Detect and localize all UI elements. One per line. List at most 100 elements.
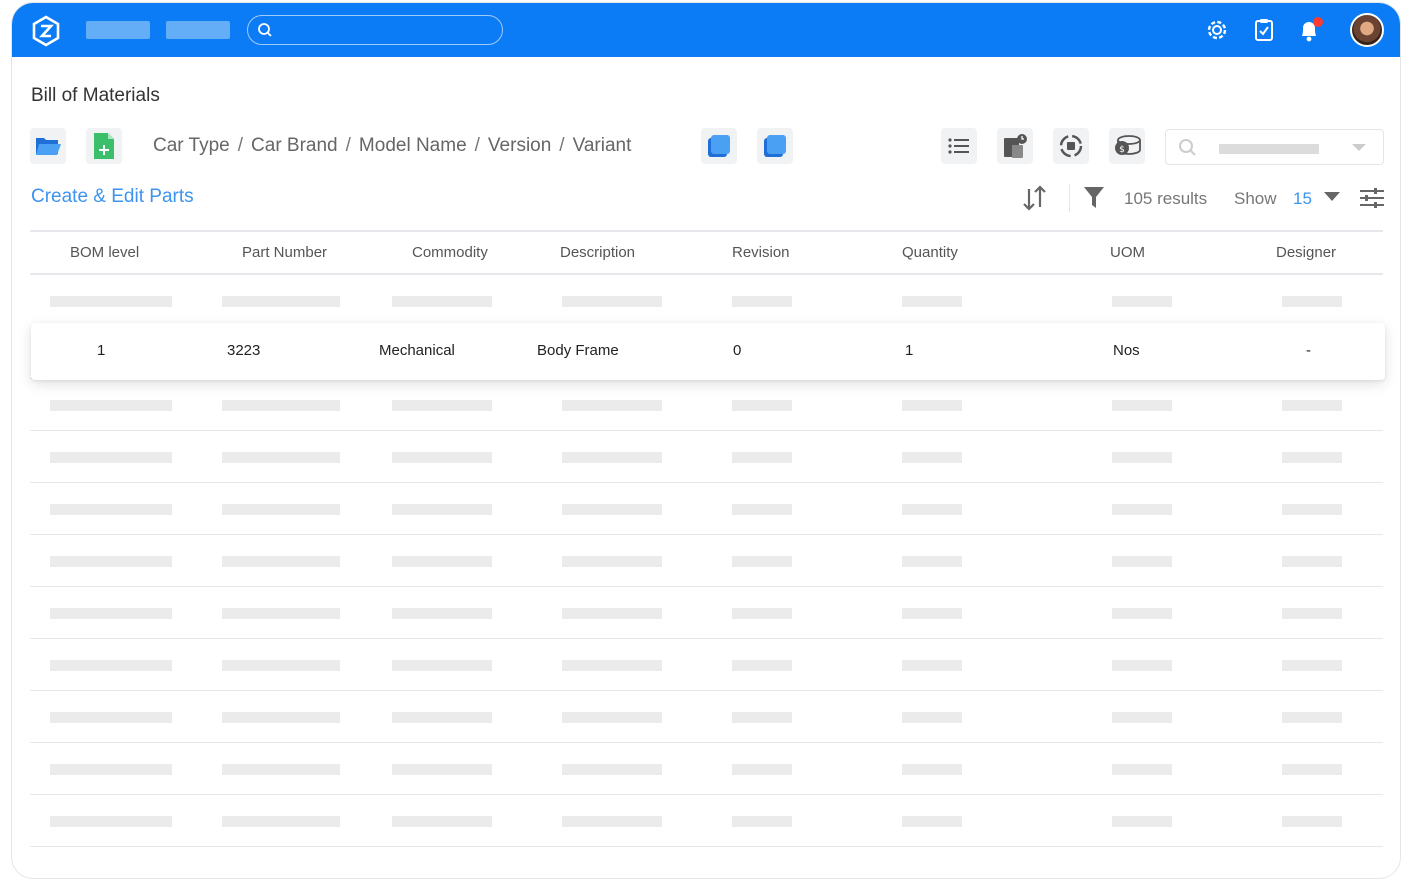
sync-icon [1059, 134, 1083, 158]
skeleton-placeholder [732, 556, 792, 567]
skeleton-placeholder [732, 660, 792, 671]
create-edit-parts-link[interactable]: Create & Edit Parts [31, 186, 194, 208]
breadcrumb-version[interactable]: Version [488, 135, 551, 156]
skeleton-placeholder [392, 296, 492, 307]
search-icon [258, 23, 272, 37]
skeleton-placeholder [1112, 400, 1172, 411]
skeleton-placeholder [1112, 504, 1172, 515]
skeleton-placeholder [902, 660, 962, 671]
page-size-select[interactable]: 15 [1293, 189, 1312, 209]
skeleton-placeholder [902, 712, 962, 723]
skeleton-placeholder [732, 296, 792, 307]
skeleton-placeholder [392, 764, 492, 775]
paste-button[interactable] [997, 128, 1033, 164]
skeleton-placeholder [1282, 660, 1342, 671]
table-row[interactable] [30, 483, 1383, 535]
list-view-button[interactable] [941, 128, 977, 164]
table-row[interactable] [30, 431, 1383, 483]
breadcrumb-car-brand[interactable]: Car Brand [251, 135, 338, 156]
skeleton-placeholder [902, 608, 962, 619]
cell-bom-level: 1 [97, 342, 106, 359]
skeleton-placeholder [222, 504, 340, 515]
duplicate-button[interactable] [757, 128, 793, 164]
skeleton-placeholder [392, 608, 492, 619]
breadcrumb-variant[interactable]: Variant [573, 135, 632, 156]
skeleton-placeholder [392, 556, 492, 567]
nav-item-2[interactable] [166, 21, 230, 39]
skeleton-placeholder [50, 452, 172, 463]
filter-dropdown[interactable] [1165, 129, 1384, 165]
table-row[interactable] [30, 379, 1383, 431]
table-row[interactable] [30, 587, 1383, 639]
nav-item-1[interactable] [86, 21, 150, 39]
clipboard-check-icon[interactable] [1251, 16, 1277, 44]
table-row[interactable] [30, 795, 1383, 847]
skeleton-placeholder [562, 816, 662, 827]
new-file-button[interactable] [86, 128, 122, 164]
folder-open-icon [36, 138, 61, 155]
app-logo-icon[interactable] [30, 15, 62, 47]
chevron-down-icon [1352, 144, 1366, 151]
skeleton-placeholder [1112, 660, 1172, 671]
skeleton-placeholder [562, 400, 662, 411]
skeleton-placeholder [1282, 556, 1342, 567]
table-row[interactable] [30, 743, 1383, 795]
skeleton-placeholder [392, 660, 492, 671]
filter-icon[interactable] [1083, 186, 1105, 210]
skeleton-placeholder [50, 660, 172, 671]
open-folder-button[interactable] [30, 128, 66, 164]
sync-button[interactable] [1053, 128, 1089, 164]
skeleton-placeholder [1282, 296, 1342, 307]
breadcrumb-car-type[interactable]: Car Type [153, 135, 230, 156]
settings-gear-icon[interactable] [1204, 16, 1230, 44]
breadcrumb-separator: / [345, 135, 351, 156]
skeleton-placeholder [1112, 296, 1172, 307]
skeleton-placeholder [222, 608, 340, 619]
breadcrumb-model-name[interactable]: Model Name [359, 135, 467, 156]
skeleton-placeholder [902, 504, 962, 515]
column-header-designer[interactable]: Designer [1276, 244, 1336, 261]
skeleton-placeholder [902, 452, 962, 463]
column-header-uom[interactable]: UOM [1110, 244, 1145, 261]
table-row-selected[interactable]: 1 3223 Mechanical Body Frame 0 1 Nos - [31, 323, 1385, 380]
column-header-bom-level[interactable]: BOM level [70, 244, 139, 261]
skeleton-placeholder [1282, 816, 1342, 827]
breadcrumb-separator: / [559, 135, 565, 156]
skeleton-placeholder [732, 712, 792, 723]
avatar[interactable] [1350, 13, 1384, 47]
column-header-description[interactable]: Description [560, 244, 635, 261]
column-header-part-number[interactable]: Part Number [242, 244, 327, 261]
copy-icon [708, 135, 730, 157]
table-row[interactable] [30, 691, 1383, 743]
skeleton-placeholder [562, 764, 662, 775]
table-row[interactable] [30, 275, 1383, 323]
column-header-commodity[interactable]: Commodity [412, 244, 488, 261]
skeleton-placeholder [50, 816, 172, 827]
copy-button[interactable] [701, 128, 737, 164]
chevron-down-icon[interactable] [1323, 191, 1341, 203]
cell-quantity: 1 [905, 342, 914, 359]
cell-commodity: Mechanical [379, 342, 455, 359]
table-row[interactable] [30, 535, 1383, 587]
show-label: Show [1234, 189, 1277, 208]
table-row[interactable] [30, 639, 1383, 691]
skeleton-placeholder [392, 400, 492, 411]
skeleton-placeholder [732, 452, 792, 463]
skeleton-placeholder [1112, 816, 1172, 827]
skeleton-placeholder [392, 504, 492, 515]
results-count: 105 results [1124, 189, 1208, 208]
skeleton-placeholder [562, 660, 662, 671]
global-search-input[interactable] [247, 15, 503, 45]
sort-icon[interactable] [1021, 183, 1049, 213]
sliders-icon[interactable] [1359, 186, 1385, 210]
skeleton-placeholder [1112, 556, 1172, 567]
new-file-icon [94, 133, 114, 159]
column-header-revision[interactable]: Revision [732, 244, 790, 261]
skeleton-placeholder [50, 712, 172, 723]
skeleton-placeholder [1282, 764, 1342, 775]
skeleton-placeholder [392, 816, 492, 827]
column-header-quantity[interactable]: Quantity [902, 244, 958, 261]
skeleton-placeholder [562, 504, 662, 515]
clipboard-icon [1004, 134, 1027, 158]
cost-button[interactable]: $ [1109, 128, 1145, 164]
